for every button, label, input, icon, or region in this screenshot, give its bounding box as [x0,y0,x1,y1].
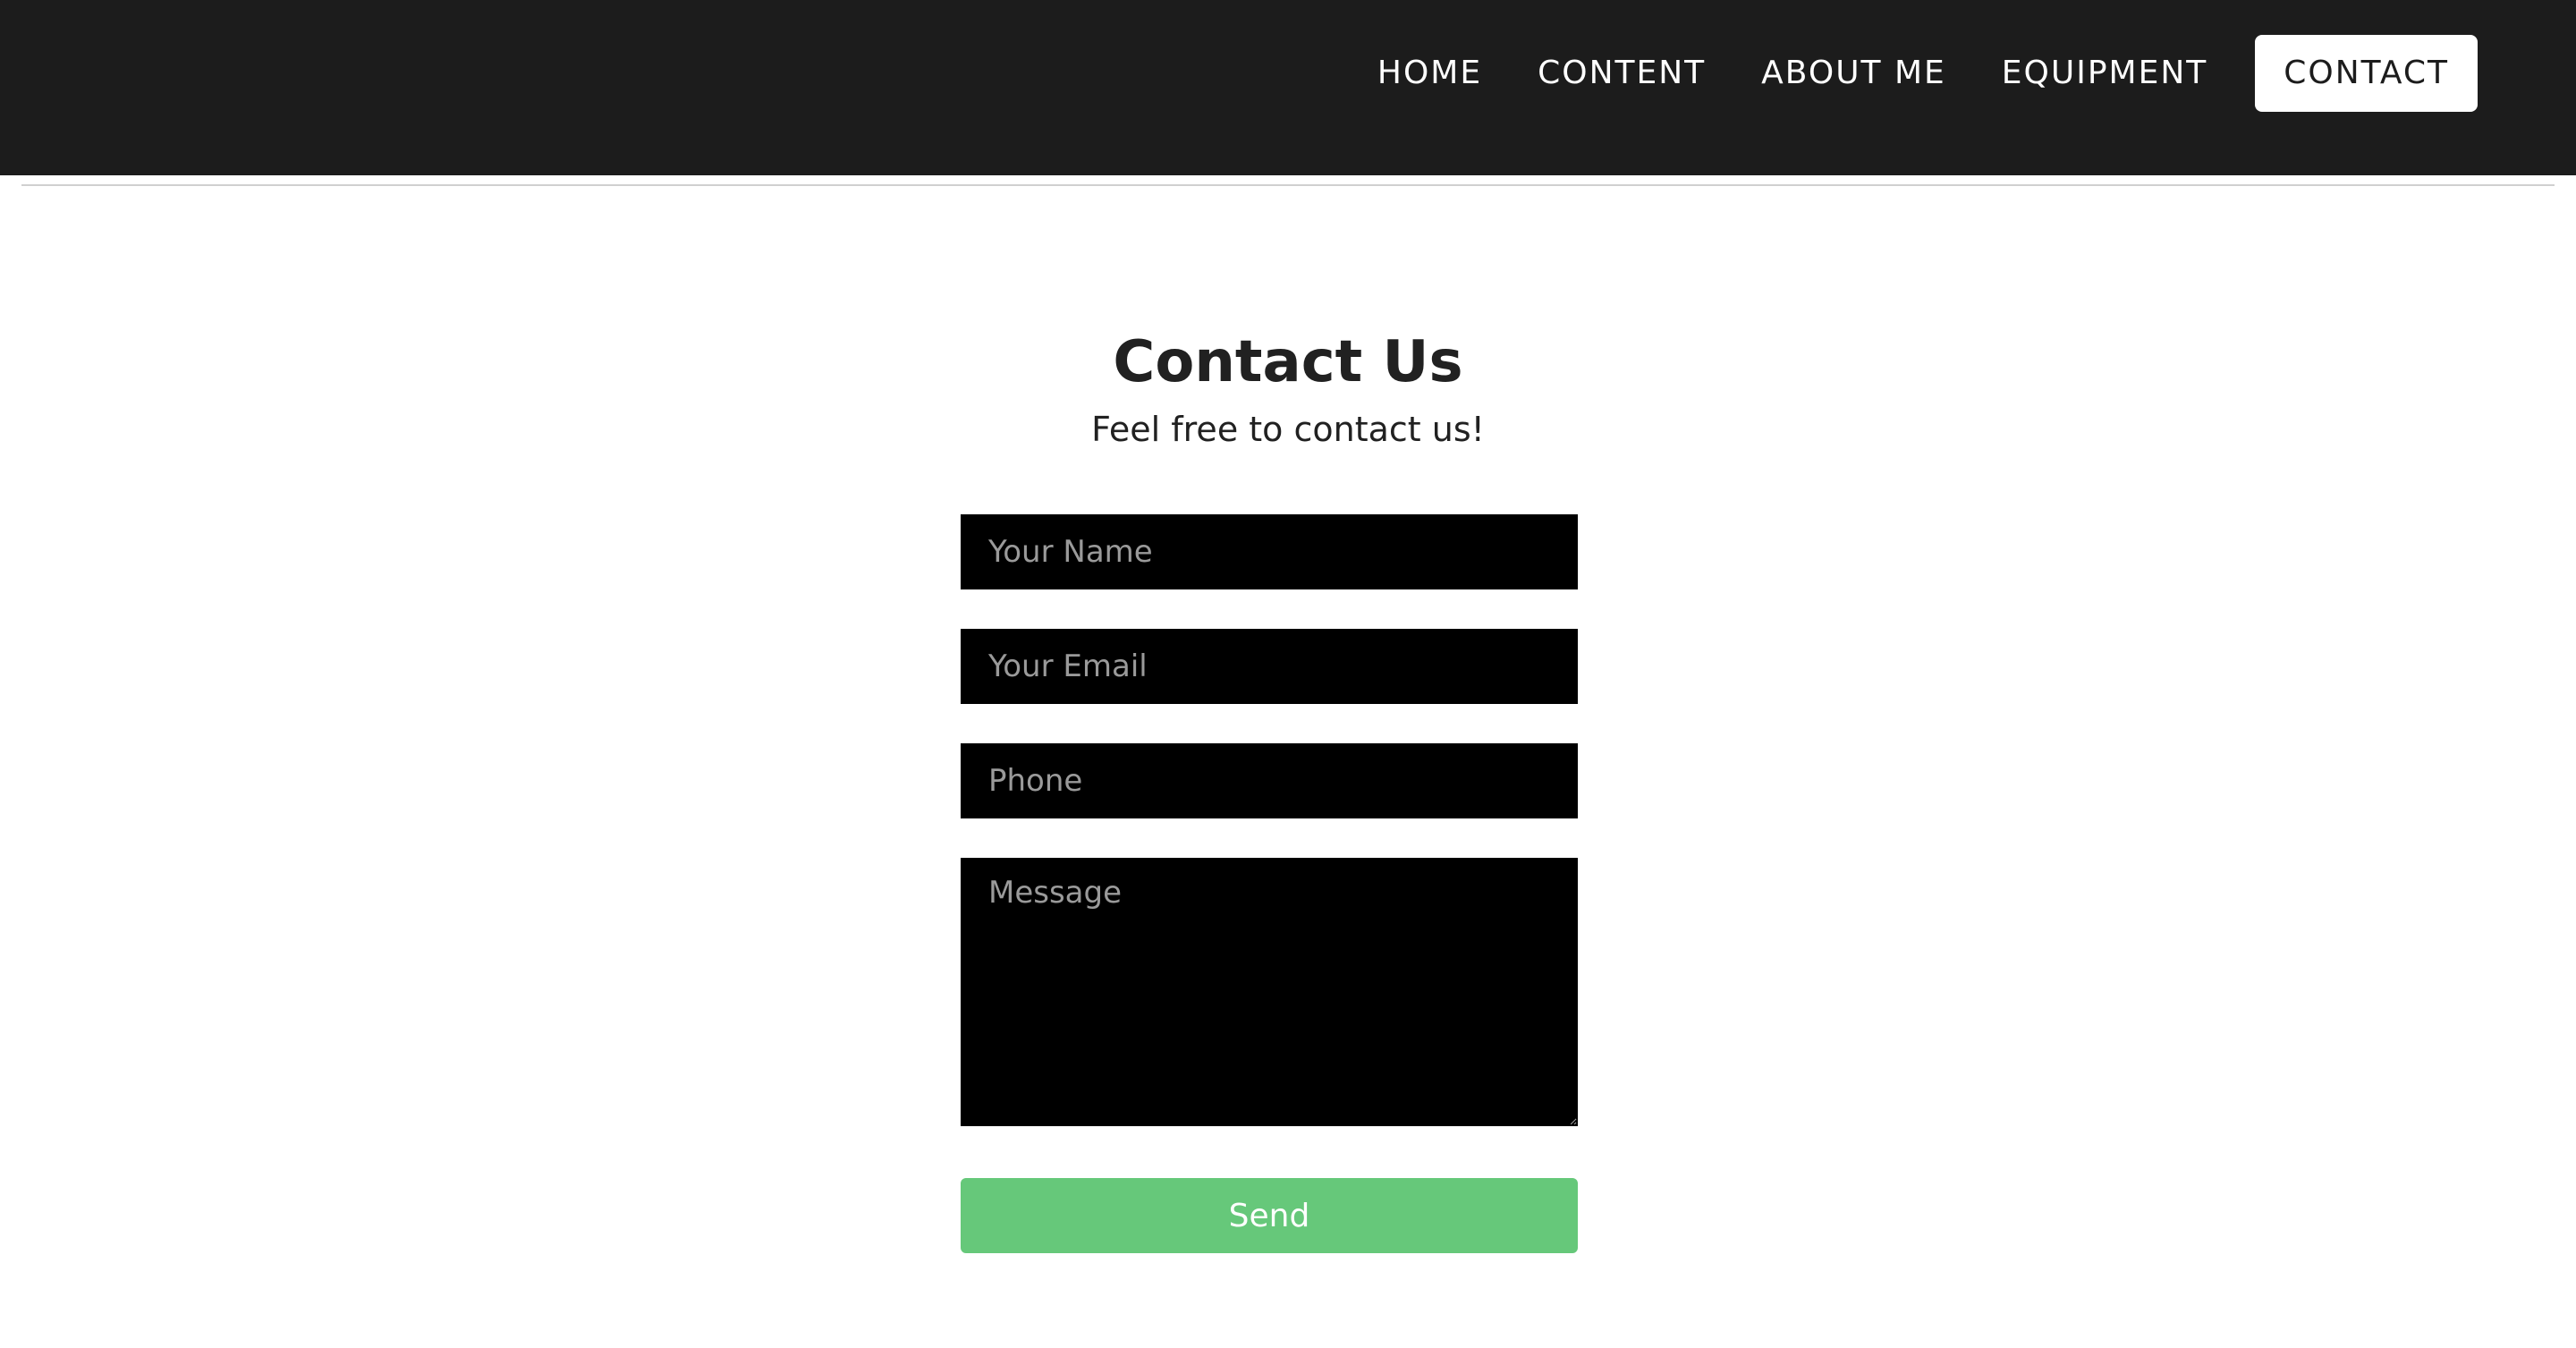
contact-section: Contact Us Feel free to contact us! [0,322,2576,456]
header-divider [21,184,2555,186]
page-title: Contact Us [1113,329,1463,395]
nav-item-home[interactable]: HOME [1350,35,1510,112]
main-nav: HOME CONTENT ABOUT ME EQUIPMENT CONTACT [1350,35,2478,112]
contact-form: Send [961,514,1578,1253]
nav-item-content[interactable]: CONTENT [1510,35,1733,112]
message-textarea[interactable] [961,858,1578,1126]
nav-item-equipment[interactable]: EQUIPMENT [1974,35,2235,112]
site-header: HOME CONTENT ABOUT ME EQUIPMENT CONTACT [0,0,2576,175]
nav-item-contact[interactable]: CONTACT [2255,35,2478,112]
send-button[interactable]: Send [961,1178,1578,1253]
email-input[interactable] [961,629,1578,704]
name-input[interactable] [961,514,1578,589]
phone-input[interactable] [961,743,1578,818]
nav-item-about-me[interactable]: ABOUT ME [1733,35,1974,112]
page-subtitle: Feel free to contact us! [1091,410,1485,449]
